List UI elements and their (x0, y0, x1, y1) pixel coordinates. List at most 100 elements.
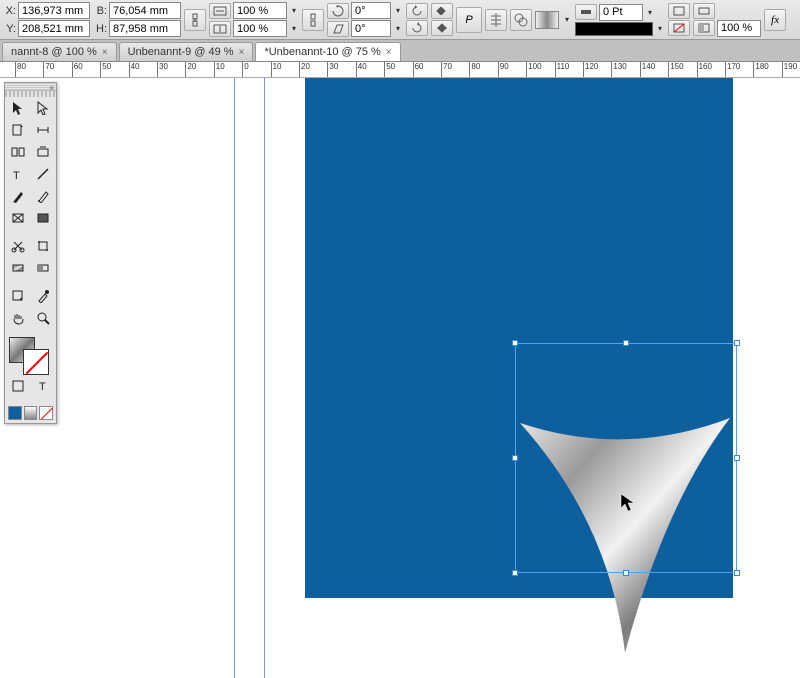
tab-document-3[interactable]: *Unbenannt-10 @ 75 %× (255, 42, 400, 61)
scissors-tool[interactable] (5, 235, 30, 257)
flip-v-button[interactable] (431, 20, 453, 36)
pathfinder-button[interactable] (510, 9, 532, 31)
dropdown-icon[interactable]: ▾ (393, 4, 403, 18)
rectangle-tool[interactable] (31, 207, 56, 229)
content-tool[interactable] (5, 141, 30, 163)
x-label: X: (2, 5, 16, 17)
rectangle-frame-tool[interactable] (5, 207, 30, 229)
shear-input[interactable] (351, 20, 391, 37)
link-wh-button[interactable] (184, 9, 206, 31)
scale-y-icon (209, 21, 231, 37)
rotate-cw-button[interactable] (406, 20, 428, 36)
property-toolbar: X: Y: B: H: ▾ ▾ (0, 0, 800, 40)
size-group: B: H: (93, 2, 181, 37)
pencil-tool[interactable] (31, 185, 56, 207)
hand-tool[interactable] (5, 307, 30, 329)
zoom-tool[interactable] (31, 307, 56, 329)
text-format-button[interactable]: T (31, 375, 56, 397)
tab-document-2[interactable]: Unbenannt-9 @ 49 %× (119, 42, 254, 61)
pathfinder-icon (513, 12, 529, 28)
close-icon[interactable]: × (386, 47, 392, 58)
horizontal-ruler[interactable]: 8070605040302010010203040506070809010011… (0, 62, 800, 78)
ruler-tick: 60 (413, 62, 424, 78)
ruler-tick: 130 (611, 62, 626, 78)
ruler-tick: 190 (782, 62, 797, 78)
ruler-tick: 20 (185, 62, 196, 78)
selection-handle[interactable] (512, 570, 518, 576)
ruler-tick: 80 (15, 62, 26, 78)
stroke-swatch[interactable] (23, 349, 49, 375)
ruler-tick: 10 (271, 62, 282, 78)
ruler-tick: 40 (356, 62, 367, 78)
pen-tool[interactable] (5, 185, 30, 207)
apply-gradient-button[interactable] (24, 406, 38, 420)
guide-line[interactable] (234, 78, 235, 678)
dropdown-icon[interactable]: ▾ (289, 4, 299, 18)
apply-color-button[interactable] (8, 406, 22, 420)
gradient-swatch-tool[interactable] (5, 257, 30, 279)
ruler-tick: 100 (526, 62, 541, 78)
dropdown-icon[interactable]: ▾ (289, 22, 299, 36)
dropdown-icon[interactable]: ▾ (562, 13, 572, 27)
content-collector-tool[interactable] (31, 141, 56, 163)
close-icon[interactable]: × (239, 47, 245, 58)
color-wells[interactable] (5, 335, 56, 375)
ruler-tick: 50 (100, 62, 111, 78)
no-effect-button[interactable] (668, 20, 690, 36)
panel-header[interactable]: « (5, 83, 56, 91)
selection-handle[interactable] (512, 340, 518, 346)
dropdown-icon[interactable]: ▾ (393, 22, 403, 36)
flip-h-button[interactable] (431, 3, 453, 19)
stroke-weight-input[interactable] (599, 4, 643, 21)
opacity-group (693, 3, 761, 37)
selection-handle[interactable] (512, 455, 518, 461)
gradient-feather-tool[interactable] (31, 257, 56, 279)
x-input[interactable] (18, 2, 90, 19)
selection-handle[interactable] (734, 455, 740, 461)
stroke-color-bar[interactable] (575, 22, 653, 36)
h-input[interactable] (109, 20, 181, 37)
guide-line[interactable] (264, 78, 265, 678)
wrap-button[interactable] (693, 3, 715, 19)
ruler-tick: 70 (441, 62, 452, 78)
ruler-tick: 140 (640, 62, 655, 78)
selection-bounding-box[interactable] (515, 343, 737, 573)
line-tool[interactable] (31, 163, 56, 185)
scale-y-input[interactable] (233, 20, 287, 37)
fx-button[interactable]: fx (764, 9, 786, 31)
ruler-tick: 20 (299, 62, 310, 78)
scale-x-input[interactable] (233, 2, 287, 19)
tab-document-1[interactable]: nannt-8 @ 100 %× (2, 42, 117, 61)
selection-handle[interactable] (734, 340, 740, 346)
close-icon[interactable]: × (102, 47, 108, 58)
dropdown-icon[interactable]: ▾ (645, 5, 655, 19)
selection-handle[interactable] (734, 570, 740, 576)
gap-tool[interactable] (31, 119, 56, 141)
link-scale-button[interactable] (302, 9, 324, 31)
p-button[interactable]: P (456, 7, 482, 33)
selection-handle[interactable] (623, 570, 629, 576)
collapse-icon[interactable]: « (48, 83, 56, 90)
dropdown-icon[interactable]: ▾ (655, 22, 665, 36)
eyedropper-tool[interactable] (31, 285, 56, 307)
rotate-input[interactable] (351, 2, 391, 19)
document-tabs: nannt-8 @ 100 %× Unbenannt-9 @ 49 %× *Un… (0, 40, 800, 62)
page-tool[interactable] (5, 119, 30, 141)
note-tool[interactable] (5, 285, 30, 307)
selection-handle[interactable] (623, 340, 629, 346)
gradient-swatch[interactable] (535, 11, 559, 29)
y-input[interactable] (18, 20, 90, 37)
container-format-button[interactable] (5, 375, 30, 397)
apply-none-button[interactable] (39, 406, 53, 420)
free-transform-tool[interactable] (31, 235, 56, 257)
opacity-input[interactable] (717, 20, 761, 37)
canvas-workspace[interactable] (0, 78, 800, 600)
ruler-tick: 0 (242, 62, 248, 78)
rotate-ccw-button[interactable] (406, 3, 428, 19)
selection-tool[interactable] (5, 97, 30, 119)
effects-button[interactable] (668, 3, 690, 19)
w-input[interactable] (109, 2, 181, 19)
type-tool[interactable]: T (5, 163, 30, 185)
align-button[interactable] (485, 9, 507, 31)
direct-selection-tool[interactable] (31, 97, 56, 119)
